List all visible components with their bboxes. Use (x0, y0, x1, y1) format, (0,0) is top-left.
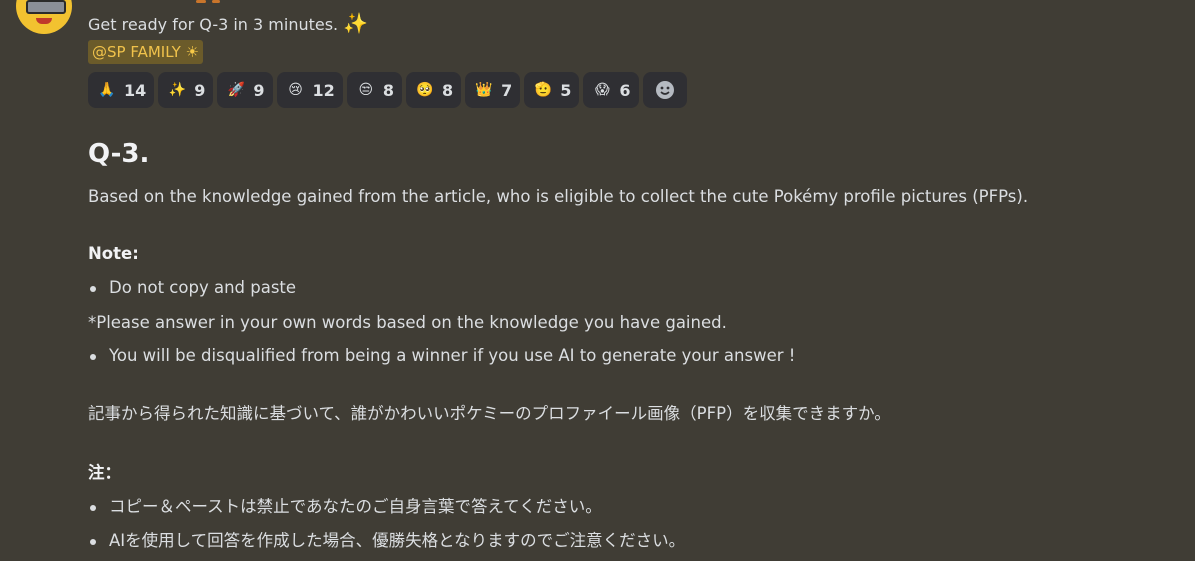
reaction-count: 9 (194, 80, 206, 100)
note-bullet: Do not copy and paste (88, 277, 296, 299)
sparkles-icon: ✨ (343, 11, 369, 35)
note-bullet-text: コピー＆ペーストは禁止であなたのご自身言葉で答えてください。 (109, 497, 602, 516)
reaction-count: 8 (441, 80, 454, 100)
note-label-ja: 注： (88, 463, 121, 482)
message-text: Get ready for Q-3 in 3 minutes. (88, 15, 339, 34)
crying-face-icon: 😢 (288, 82, 303, 98)
reaction-count: 7 (501, 80, 513, 100)
reaction-count: 9 (253, 80, 265, 100)
reaction-count: 14 (124, 80, 147, 100)
reaction-salute[interactable]: 🫡 5 (524, 72, 580, 108)
crown-icon: 👑 (475, 82, 493, 98)
note-bullet-ja: コピー＆ペーストは禁止であなたのご自身言葉で答えてください。 (88, 496, 602, 518)
note-line: *Please answer in your own words based o… (88, 313, 727, 332)
reaction-count: 5 (560, 80, 572, 100)
message-line: Get ready for Q-3 in 3 minutes. ✨ (88, 12, 368, 36)
reaction-shocked[interactable]: 😱 6 (583, 72, 639, 108)
mention-label: @SP FAMILY (92, 43, 181, 61)
shocked-face-icon: 😱 (595, 82, 610, 98)
reaction-count: 6 (619, 80, 631, 100)
reaction-sparkles[interactable]: ✨ 9 (158, 72, 214, 108)
folded-hands-icon: 🙏 (98, 82, 116, 98)
reaction-pray[interactable]: 🙏 14 (88, 72, 155, 108)
previous-message-remnant (88, 0, 288, 4)
note-bullet-text: You will be disqualified from being a wi… (109, 346, 796, 365)
note-bullet-text: AIを使用して回答を作成した場合、優勝失格となりますのでご注意ください。 (109, 531, 686, 550)
avatar-glasses (26, 0, 66, 14)
note-label: Note: (88, 244, 139, 263)
reaction-crying[interactable]: 😢 12 (276, 72, 343, 108)
add-reaction-icon (655, 81, 674, 99)
add-reaction-button[interactable] (642, 72, 687, 108)
question-heading: Q-3. (88, 139, 150, 169)
question-ja: 記事から得られた知識に基づいて、誰がかわいいポケミーのプロファイール画像（PFP… (88, 404, 891, 423)
question-en: Based on the knowledge gained from the a… (88, 187, 1029, 206)
note-bullet-ja: AIを使用して回答を作成した場合、優勝失格となりますのでご注意ください。 (88, 530, 685, 552)
reaction-pleading[interactable]: 🥺 8 (405, 72, 462, 108)
note-bullet: You will be disqualified from being a wi… (88, 345, 795, 367)
rocket-icon: 🚀 (227, 82, 246, 98)
role-mention[interactable]: @SP FAMILY ☀ (88, 40, 203, 64)
avatar-mouth (36, 18, 52, 24)
unamused-face-icon: 😒 (358, 82, 374, 98)
sun-icon: ☀ (185, 43, 199, 61)
reaction-unamused[interactable]: 😒 8 (346, 72, 402, 108)
avatar[interactable] (16, 0, 72, 34)
reaction-rocket[interactable]: 🚀 9 (217, 72, 273, 108)
saluting-face-icon: 🫡 (534, 82, 552, 98)
reaction-crown[interactable]: 👑 7 (465, 72, 521, 108)
reaction-count: 12 (312, 80, 335, 100)
note-bullet-text: Do not copy and paste (109, 278, 297, 297)
reactions-bar: 🙏 14 ✨ 9 🚀 9 😢 12 😒 8 🥺 8 👑 7 🫡 5 😱 6 (88, 72, 687, 108)
reaction-count: 8 (382, 80, 394, 100)
sparkles-icon: ✨ (168, 82, 186, 98)
pleading-face-icon: 🥺 (416, 82, 434, 98)
